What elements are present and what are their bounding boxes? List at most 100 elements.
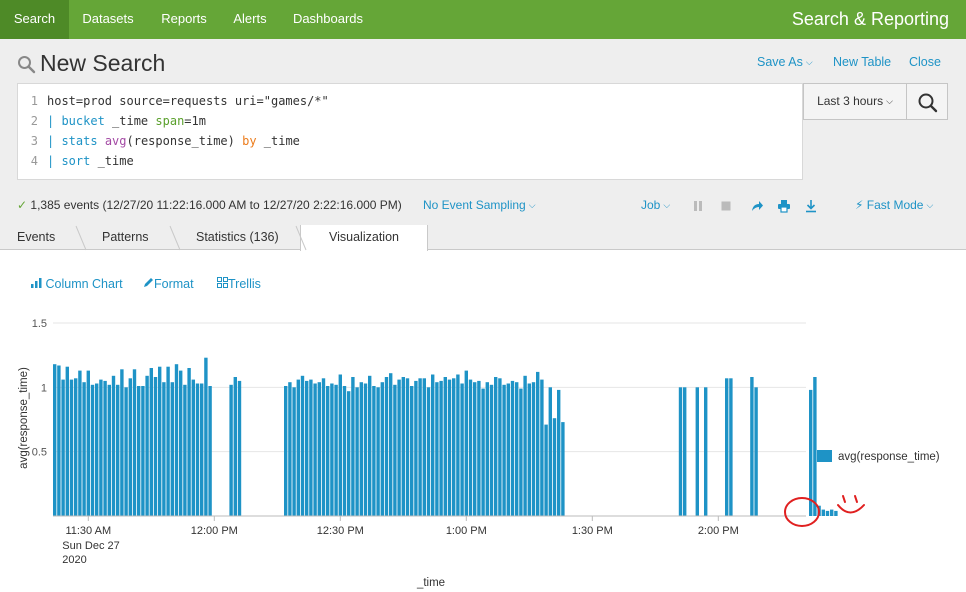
- chart-bar[interactable]: [389, 373, 393, 516]
- chart-bar[interactable]: [750, 377, 754, 516]
- chart-bar[interactable]: [825, 510, 830, 516]
- chart-bar[interactable]: [725, 378, 729, 516]
- chart-bar[interactable]: [548, 387, 552, 516]
- chart-bar[interactable]: [61, 379, 65, 516]
- chart-bar[interactable]: [695, 387, 699, 516]
- chart-bar[interactable]: [502, 384, 506, 516]
- chart-bar[interactable]: [229, 384, 233, 516]
- chart-bar[interactable]: [317, 382, 321, 516]
- chart-bar[interactable]: [477, 380, 481, 516]
- chart-bar[interactable]: [149, 368, 153, 516]
- chart-bar[interactable]: [120, 369, 124, 516]
- chart-bar[interactable]: [69, 379, 74, 516]
- chart-bar[interactable]: [557, 389, 561, 516]
- chart-bar[interactable]: [53, 364, 57, 516]
- chart-bar[interactable]: [414, 380, 418, 516]
- chart-bar[interactable]: [405, 378, 410, 516]
- chart-bar[interactable]: [284, 386, 288, 516]
- chart-bar[interactable]: [401, 377, 405, 516]
- chart-bar[interactable]: [485, 382, 489, 516]
- chart-bar[interactable]: [95, 383, 99, 517]
- chart-bar[interactable]: [170, 382, 174, 516]
- chart-bar[interactable]: [489, 384, 494, 516]
- pause-icon[interactable]: [692, 200, 704, 212]
- chart-bar[interactable]: [153, 377, 158, 516]
- nav-tab-datasets[interactable]: Datasets: [69, 0, 147, 39]
- chart-bar[interactable]: [510, 380, 515, 516]
- chart-bar[interactable]: [233, 377, 237, 516]
- chart-bar[interactable]: [384, 377, 389, 516]
- chart-bar[interactable]: [813, 377, 817, 516]
- chart-bar[interactable]: [162, 382, 166, 516]
- legend[interactable]: avg(response_time): [817, 450, 940, 463]
- chart-bar[interactable]: [678, 387, 683, 516]
- chart-bar[interactable]: [464, 370, 468, 516]
- chart-bar[interactable]: [729, 378, 733, 516]
- chart-bar[interactable]: [426, 387, 431, 516]
- chart-bar[interactable]: [57, 365, 61, 517]
- chart-bar[interactable]: [90, 384, 95, 516]
- chart-bar[interactable]: [754, 387, 758, 516]
- chart-bar[interactable]: [355, 387, 359, 516]
- chart-bar[interactable]: [158, 366, 162, 516]
- chart-bar[interactable]: [473, 382, 477, 516]
- chart-bar[interactable]: [544, 424, 548, 516]
- chart-bar[interactable]: [351, 377, 355, 516]
- chart-bar[interactable]: [326, 386, 330, 516]
- time-range-picker[interactable]: Last 3 hours ⌵: [803, 83, 907, 120]
- chart-bar[interactable]: [309, 379, 313, 516]
- chart-bar[interactable]: [204, 357, 208, 516]
- chart-bar[interactable]: [443, 377, 447, 516]
- chart-bar[interactable]: [418, 378, 422, 516]
- nav-tab-reports[interactable]: Reports: [147, 0, 221, 39]
- chart-bar[interactable]: [300, 375, 305, 516]
- chart-bar[interactable]: [137, 386, 141, 516]
- chart-bar[interactable]: [187, 368, 191, 516]
- event-sampling-dropdown[interactable]: No Event Sampling ⌵: [423, 198, 536, 212]
- chart-bar[interactable]: [107, 384, 111, 516]
- chart-bar[interactable]: [174, 364, 179, 516]
- chart-bar[interactable]: [86, 370, 90, 516]
- chart-bar[interactable]: [313, 383, 317, 517]
- chart-bar[interactable]: [439, 380, 443, 516]
- chart-bar[interactable]: [393, 384, 397, 516]
- export-icon[interactable]: [804, 199, 818, 213]
- chart-bar[interactable]: [103, 380, 107, 516]
- chart-bar[interactable]: [435, 382, 439, 516]
- chart-bar[interactable]: [410, 386, 414, 516]
- chart-bar[interactable]: [141, 386, 145, 516]
- chart-bar[interactable]: [65, 366, 69, 516]
- chart-bar[interactable]: [74, 378, 78, 516]
- chart-bar[interactable]: [809, 389, 813, 516]
- chart-bar[interactable]: [334, 384, 338, 516]
- job-menu[interactable]: Job ⌵: [641, 198, 670, 212]
- chart-bar[interactable]: [191, 379, 195, 516]
- search-mode-dropdown[interactable]: ⚡ Fast Mode ⌵: [855, 198, 933, 212]
- nav-tab-dashboards[interactable]: Dashboards: [279, 0, 377, 39]
- chart-bar[interactable]: [397, 379, 401, 516]
- chart-bar[interactable]: [527, 383, 531, 517]
- run-search-button[interactable]: [906, 83, 948, 120]
- chart-bar[interactable]: [506, 383, 510, 517]
- share-icon[interactable]: [750, 199, 764, 213]
- chart-bar[interactable]: [683, 387, 687, 516]
- chart-bar[interactable]: [208, 386, 212, 516]
- chart-bar[interactable]: [145, 375, 149, 516]
- chart-bar[interactable]: [82, 382, 86, 516]
- chart-bar[interactable]: [132, 369, 137, 516]
- chart-bar[interactable]: [372, 386, 376, 516]
- chart-bar[interactable]: [456, 374, 460, 517]
- close-button[interactable]: Close: [909, 55, 941, 69]
- chart-bar[interactable]: [305, 380, 309, 516]
- chart-bar[interactable]: [116, 384, 120, 516]
- chart-bar[interactable]: [830, 509, 834, 516]
- chart-bar[interactable]: [338, 374, 342, 517]
- chart-bar[interactable]: [237, 380, 242, 516]
- chart-bar[interactable]: [519, 388, 523, 516]
- print-icon[interactable]: [777, 199, 791, 213]
- chart-bar[interactable]: [494, 377, 498, 516]
- format-button[interactable]: Format: [143, 277, 194, 291]
- chart-bar[interactable]: [179, 370, 183, 516]
- chart-bar[interactable]: [166, 366, 170, 516]
- chart-bar[interactable]: [561, 422, 565, 516]
